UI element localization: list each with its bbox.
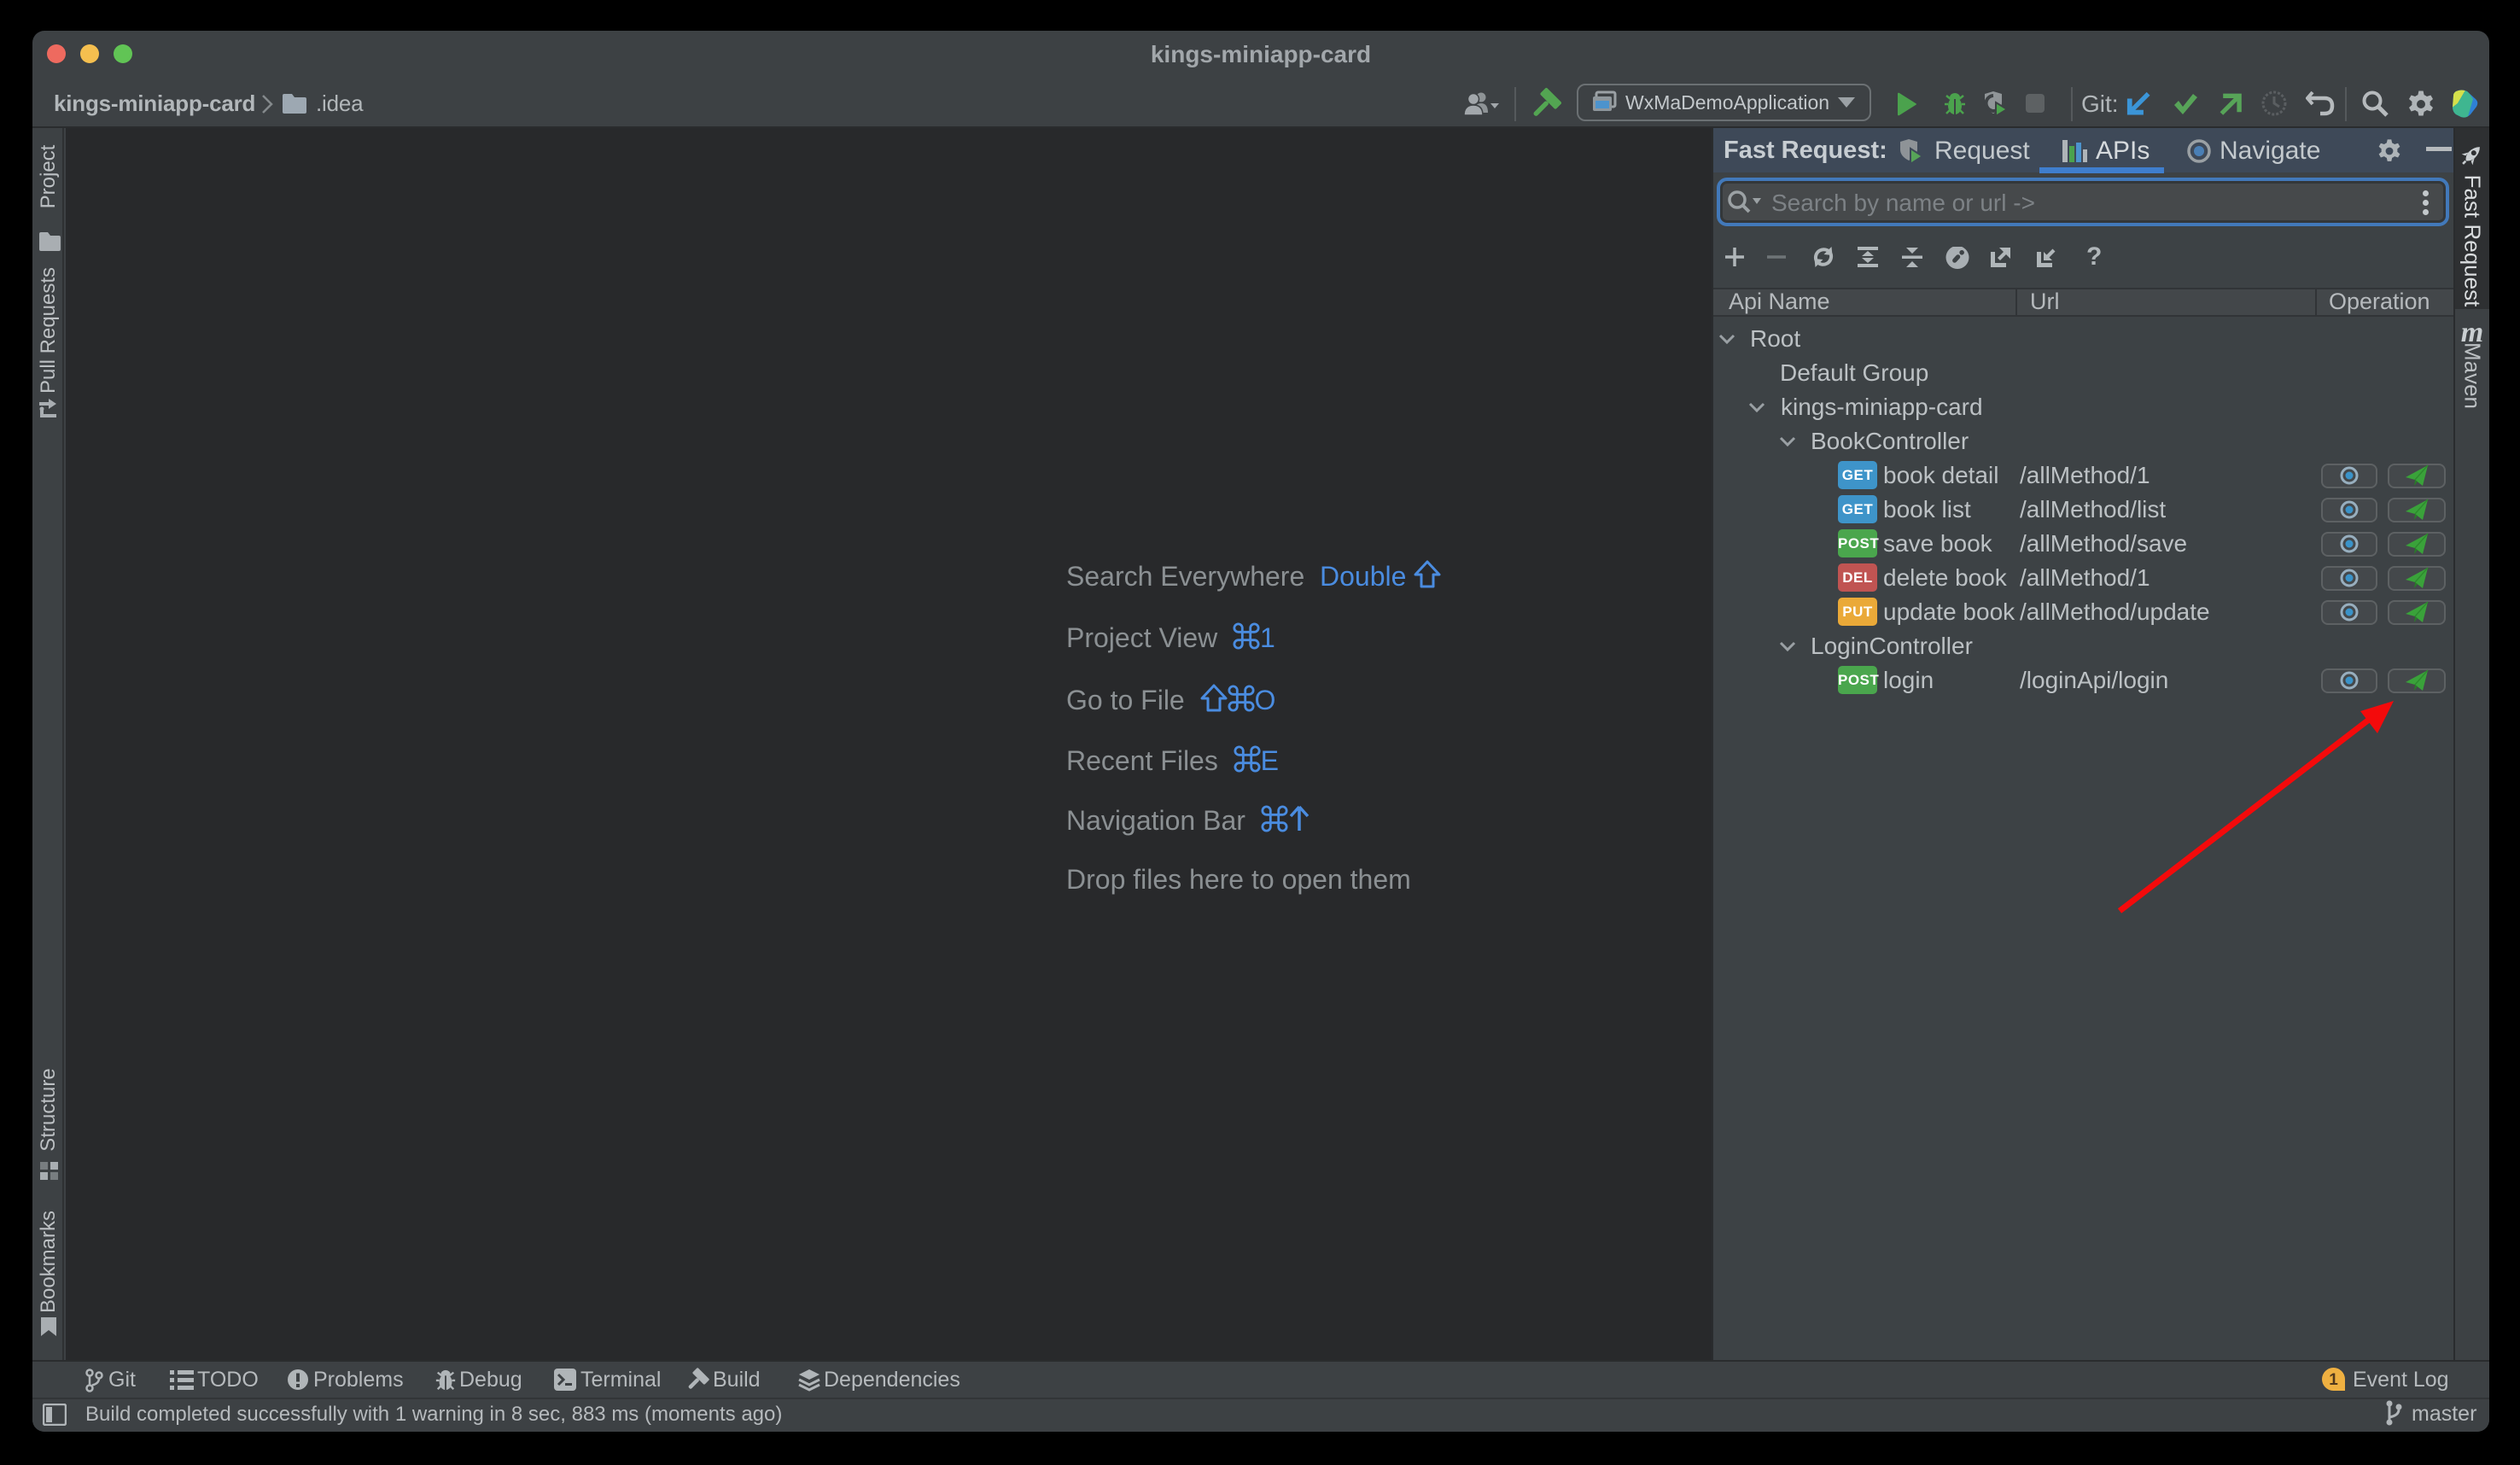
svg-text:1: 1 [2329,1371,2338,1389]
svg-text:?: ? [2086,247,2102,269]
